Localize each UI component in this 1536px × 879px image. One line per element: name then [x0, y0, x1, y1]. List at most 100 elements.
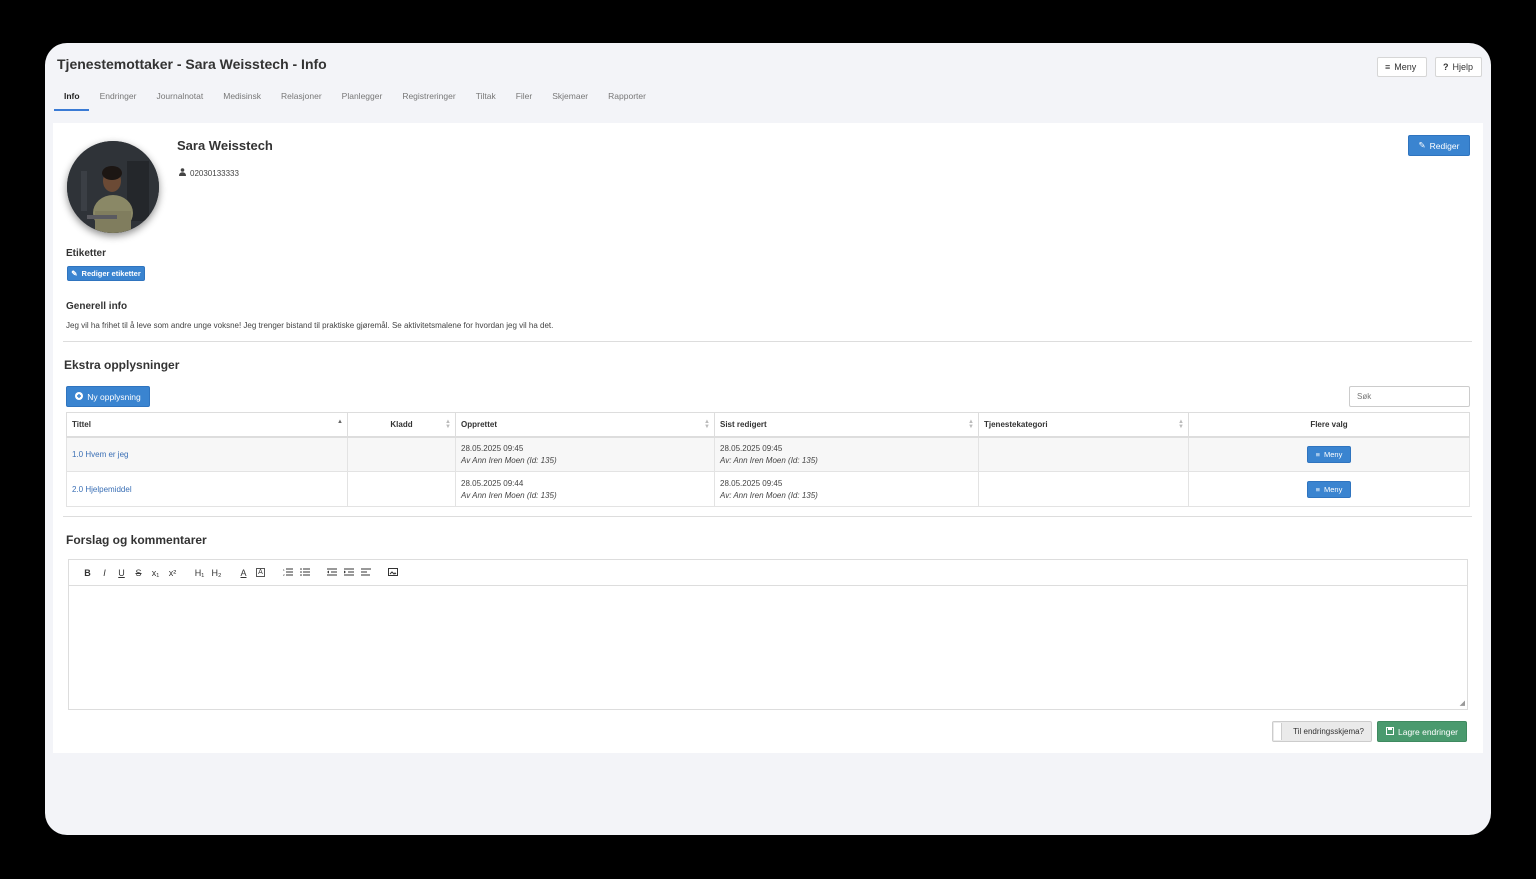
editor-textarea[interactable]	[69, 586, 1467, 710]
row-title-link[interactable]: 1.0 Hvem er jeg	[72, 450, 128, 459]
bold-button[interactable]: B	[79, 568, 96, 578]
person-id: 02030133333	[179, 168, 239, 178]
new-entry-button[interactable]: Ny opplysning	[66, 386, 150, 407]
edit-button-label: Rediger	[1429, 140, 1460, 151]
subscript-button[interactable]: x₁	[147, 568, 164, 578]
table-row: 2.0 Hjelpemiddel 28.05.2025 09:44 Av Ann …	[66, 471, 1470, 507]
change-form-toggle-label: Til endringsskjema?	[1293, 727, 1364, 736]
column-header-more-options: Flere valg	[1188, 412, 1470, 438]
tab-bar: Info Endringer Journalnotat Medisinsk Re…	[54, 89, 656, 111]
save-changes-label: Lagre endringer	[1397, 726, 1458, 737]
rich-text-editor: B I U S x₁ x² H₁ H₂ A A 12 ◢	[68, 559, 1468, 710]
edit-labels-button[interactable]: ✎ Rediger etiketter	[67, 266, 145, 281]
strikethrough-button[interactable]: S	[130, 568, 147, 578]
table-header-row: Tittel ▲ Kladd ▲ ▼ Opprettet ▲ ▼ Sist rediger…	[66, 412, 1470, 438]
tab-skjemaer[interactable]: Skjemaer	[542, 89, 597, 111]
row-title-link[interactable]: 2.0 Hjelpemiddel	[72, 485, 132, 494]
resize-handle-icon[interactable]: ◢	[1460, 699, 1465, 707]
background-color-button[interactable]: A	[256, 568, 265, 577]
sort-asc-icon: ▲	[337, 419, 343, 425]
row-menu-button[interactable]: ≡ Meny	[1307, 445, 1351, 463]
cell-category	[978, 436, 1189, 472]
column-header-category[interactable]: Tjenestekategori ▲ ▼	[978, 412, 1189, 438]
person-id-value: 02030133333	[190, 168, 239, 178]
editor-toolbar: B I U S x₁ x² H₁ H₂ A A 12	[69, 560, 1467, 586]
cell-last-edited: 28.05.2025 09:45 Av: Ann Iren Moen (Id: 1…	[714, 471, 979, 507]
tab-registreringer[interactable]: Registreringer	[392, 89, 464, 111]
cell-draft	[347, 471, 456, 507]
cell-last-edited: 28.05.2025 09:45 Av: Ann Iren Moen (Id: 1…	[714, 436, 979, 472]
indent-icon[interactable]	[340, 568, 357, 578]
edit-button[interactable]: ✎ Rediger	[1408, 135, 1470, 156]
user-icon	[179, 168, 186, 178]
general-info-text: Jeg vil ha frihet til å leve som andre u…	[66, 321, 554, 330]
avatar	[67, 141, 159, 233]
column-header-last-edited[interactable]: Sist redigert ▲ ▼	[714, 412, 979, 438]
cell-title: 1.0 Hvem er jeg	[66, 436, 348, 472]
menu-button[interactable]: ≡ Meny	[1377, 57, 1427, 77]
cell-more-options: ≡ Meny	[1188, 471, 1470, 507]
tab-tiltak[interactable]: Tiltak	[466, 89, 505, 111]
extra-info-table: Tittel ▲ Kladd ▲ ▼ Opprettet ▲ ▼ Sist rediger…	[66, 412, 1470, 507]
hamburger-icon: ≡	[1315, 449, 1321, 459]
sort-icon: ▲ ▼	[968, 419, 974, 430]
change-form-toggle[interactable]: Til endringsskjema?	[1272, 721, 1372, 742]
question-icon: ?	[1443, 62, 1449, 72]
bullet-list-icon[interactable]	[296, 567, 313, 578]
align-left-icon[interactable]	[357, 568, 374, 578]
general-info-heading: Generell info	[66, 301, 128, 312]
help-button-label: Hjelp	[1452, 62, 1474, 72]
cell-title: 2.0 Hjelpemiddel	[66, 471, 348, 507]
tab-filer[interactable]: Filer	[506, 89, 542, 111]
table-row: 1.0 Hvem er jeg 28.05.2025 09:45 Av Ann I…	[66, 436, 1470, 472]
labels-heading: Etiketter	[66, 248, 107, 259]
underline-button[interactable]: U	[113, 568, 130, 578]
search-input[interactable]	[1349, 386, 1470, 407]
column-header-draft[interactable]: Kladd ▲ ▼	[347, 412, 456, 438]
tab-planlegger[interactable]: Planlegger	[332, 89, 392, 111]
ordered-list-icon[interactable]: 12	[279, 568, 296, 578]
svg-text:1: 1	[283, 568, 285, 572]
tab-rapporter[interactable]: Rapporter	[598, 89, 655, 111]
page-title: Tjenestemottaker - Sara Weisstech - Info	[57, 56, 327, 72]
cell-created: 28.05.2025 09:44 Av Ann Iren Moen (Id: 13…	[455, 471, 715, 507]
cell-category	[978, 471, 1189, 507]
save-icon	[1385, 726, 1394, 737]
svg-text:2: 2	[283, 573, 285, 576]
tab-endringer[interactable]: Endringer	[90, 89, 146, 111]
tab-medisinsk[interactable]: Medisinsk	[213, 89, 270, 111]
plus-circle-icon	[75, 391, 84, 402]
app-window: Tjenestemottaker - Sara Weisstech - Info…	[45, 43, 1491, 835]
hamburger-icon: ≡	[1385, 62, 1391, 72]
help-button[interactable]: ? Hjelp	[1435, 57, 1482, 77]
tab-info[interactable]: Info	[54, 89, 89, 111]
sort-icon: ▲ ▼	[1178, 419, 1184, 430]
save-changes-button[interactable]: Lagre endringer	[1377, 721, 1467, 742]
text-color-button[interactable]: A	[235, 568, 252, 578]
heading2-button[interactable]: H₂	[208, 568, 225, 578]
tab-journalnotat[interactable]: Journalnotat	[146, 89, 212, 111]
menu-button-label: Meny	[1394, 62, 1417, 72]
edit-labels-label: Rediger etiketter	[81, 269, 141, 278]
main-card: Sara Weisstech 02030133333 ✎ Rediger Eti…	[53, 123, 1483, 753]
italic-button[interactable]: I	[96, 568, 113, 578]
outdent-icon[interactable]	[323, 568, 340, 578]
toggle-knob	[1274, 723, 1282, 740]
cell-more-options: ≡ Meny	[1188, 436, 1470, 472]
superscript-button[interactable]: x²	[164, 568, 181, 578]
image-icon[interactable]	[384, 567, 401, 578]
row-menu-button[interactable]: ≡ Meny	[1307, 480, 1351, 498]
person-name: Sara Weisstech	[177, 138, 273, 153]
pencil-icon: ✎	[71, 269, 78, 278]
heading1-button[interactable]: H₁	[191, 568, 208, 578]
column-header-created[interactable]: Opprettet ▲ ▼	[455, 412, 715, 438]
column-header-title[interactable]: Tittel ▲	[66, 412, 348, 438]
divider	[63, 516, 1472, 517]
cell-created: 28.05.2025 09:45 Av Ann Iren Moen (Id: 13…	[455, 436, 715, 472]
edit-icon: ✎	[1418, 140, 1426, 150]
cell-draft	[347, 436, 456, 472]
sort-icon: ▲ ▼	[445, 419, 451, 430]
sort-icon: ▲ ▼	[704, 419, 710, 430]
extra-info-heading: Ekstra opplysninger	[64, 358, 180, 372]
tab-relasjoner[interactable]: Relasjoner	[271, 89, 331, 111]
